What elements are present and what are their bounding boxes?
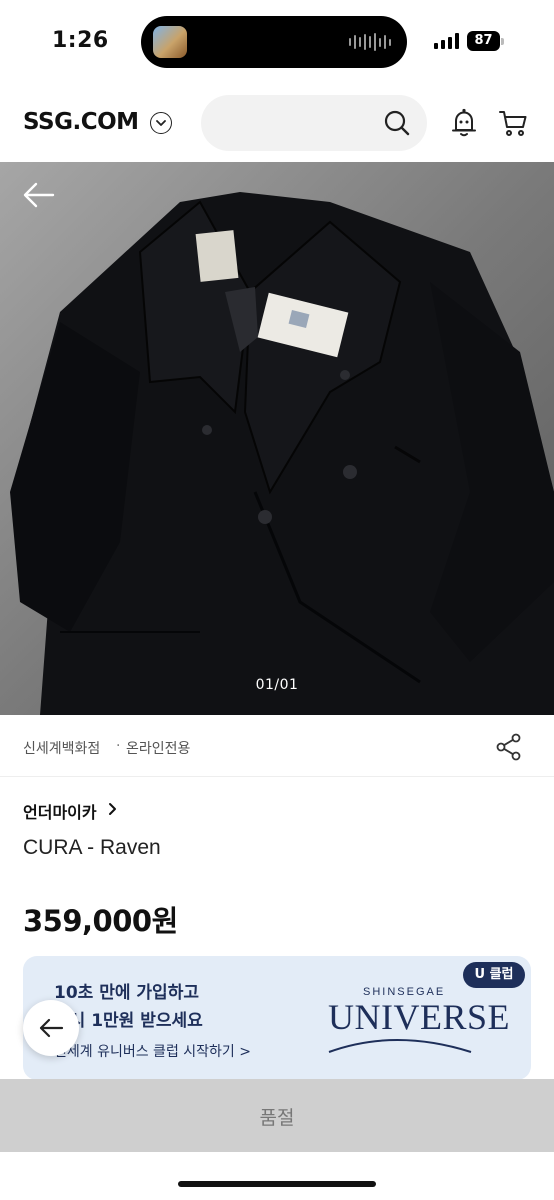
search-icon[interactable] [383,109,411,137]
app-header: SSG.COM [0,84,554,162]
cellular-signal-icon [434,33,459,49]
audio-wave-icon [349,32,391,52]
site-logo[interactable]: SSG.COM [23,109,139,135]
status-time: 1:26 [52,28,109,53]
share-icon[interactable] [495,732,523,762]
product-name: CURA - Raven [23,836,161,859]
store-row: 신세계백화점 · 온라인전용 [0,715,554,777]
u-club-badge: U 클럽 [463,962,525,988]
now-playing-thumbnail [153,26,187,58]
banner-cta-link[interactable]: 신세계 유니버스 클럽 시작하기 > [54,1041,251,1061]
brand-link[interactable]: 언더마이카 [23,799,97,823]
cart-icon[interactable] [498,108,528,138]
home-indicator[interactable] [178,1181,376,1187]
soldout-label: 품절 [259,1107,295,1129]
store-name[interactable]: 신세계백화점 [23,738,100,758]
product-image[interactable] [0,162,554,715]
soldout-bar[interactable]: 품절 [0,1079,554,1152]
universe-swoosh [328,1039,472,1053]
battery-level: 87 [467,31,500,51]
back-arrow-icon [39,1018,64,1038]
banner-headline: 10초 만에 가입하고 [54,983,199,1003]
coat-photo [0,162,554,715]
dynamic-island [141,16,407,68]
image-counter: 01/01 [255,677,299,693]
store-separator: · [116,738,121,754]
store-channel: 온라인전용 [126,741,191,757]
chevron-right-icon[interactable] [108,802,118,816]
status-bar: 1:26 87 [0,0,554,84]
chevron-down-icon[interactable] [150,112,172,134]
universe-club-banner[interactable]: 10초 만에 가입하고 즉시 1만원 받으세요 신세계 유니버스 클럽 시작하기… [23,956,531,1080]
back-arrow-icon[interactable] [22,180,56,210]
search-input[interactable] [201,95,427,151]
bell-icon[interactable] [450,108,478,138]
floating-back-button[interactable] [23,1000,79,1056]
battery-icon: 87 [467,31,504,51]
product-price: 359,000원 [23,904,178,938]
